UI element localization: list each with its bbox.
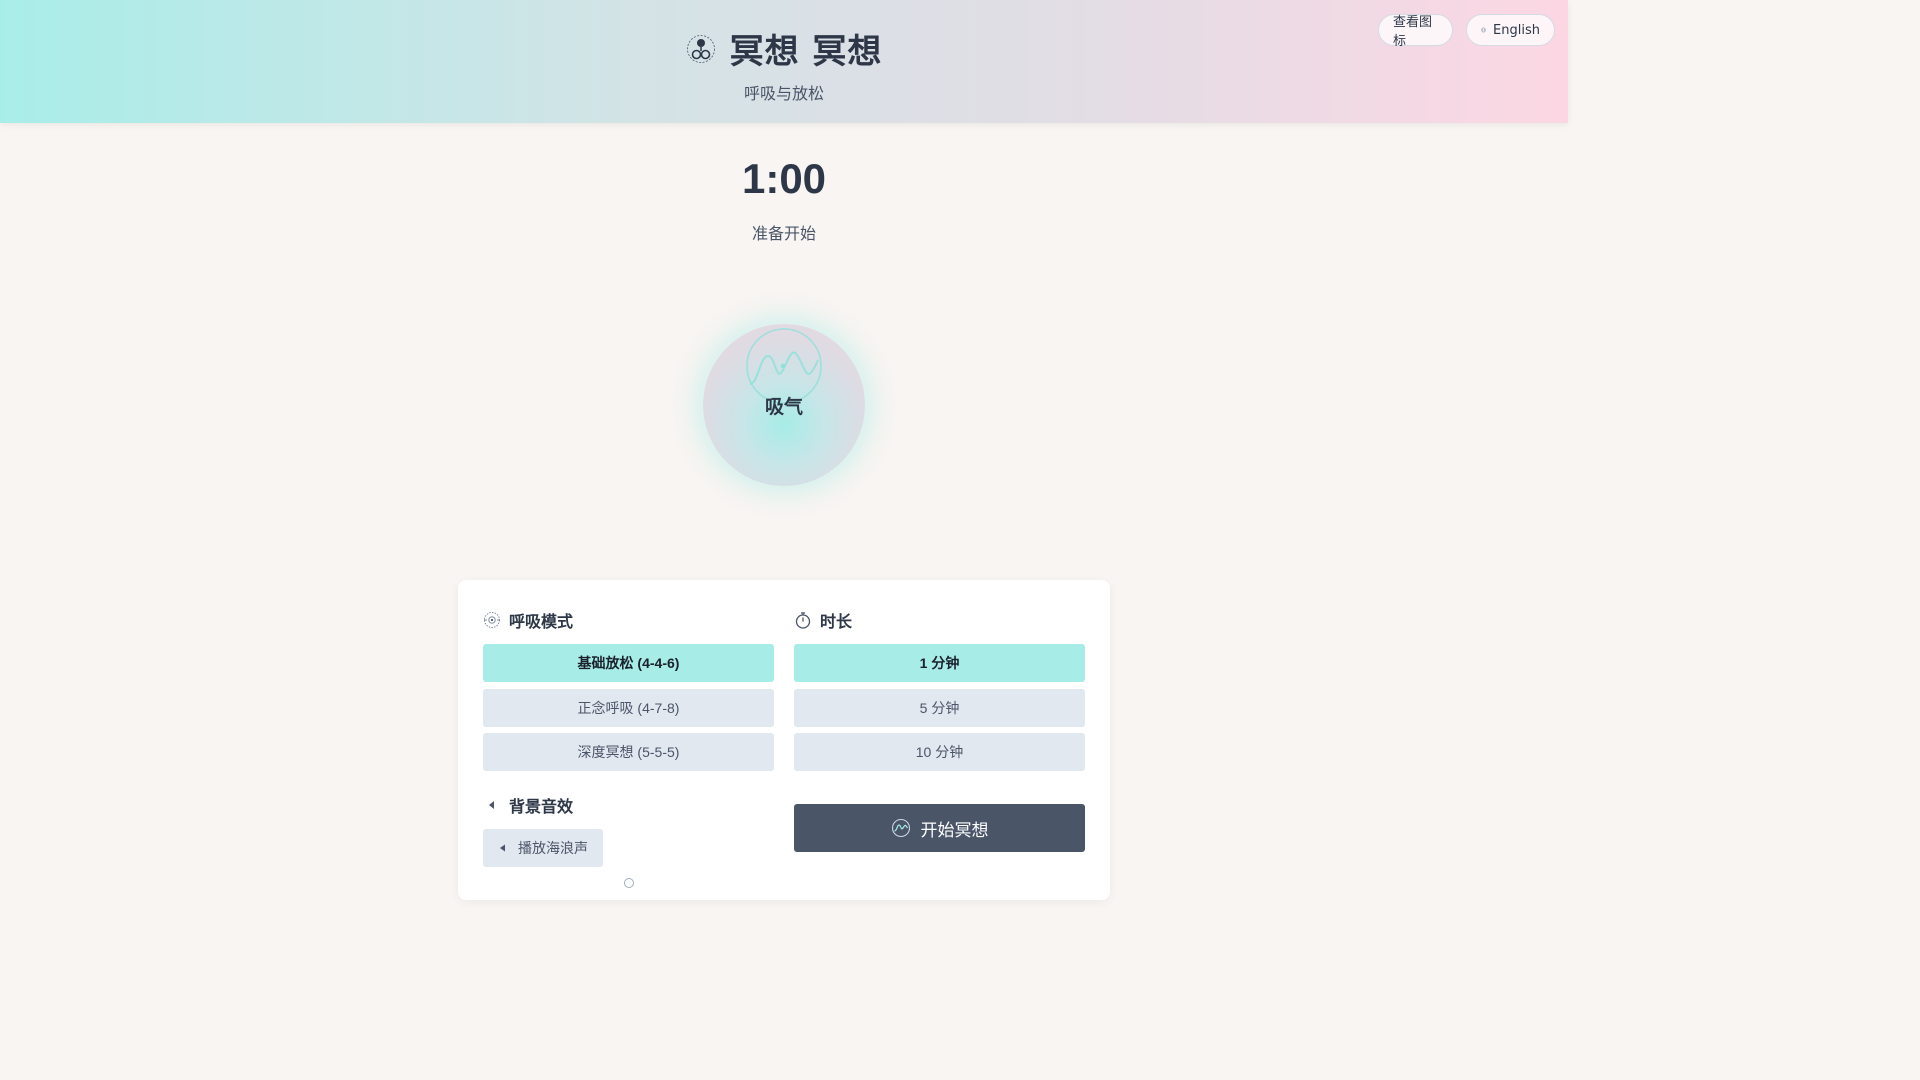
play-ocean-sound-button[interactable]: 播放海浪声	[483, 829, 603, 867]
duration-section-title: 时长	[794, 608, 852, 632]
breathing-circle: 吸气	[703, 324, 865, 486]
start-meditation-button[interactable]: 开始冥想	[794, 804, 1085, 852]
stopwatch-icon	[795, 612, 811, 629]
duration-option-label: 10 分钟	[915, 744, 964, 760]
wave-circle-icon	[891, 818, 910, 838]
pattern-option-mindful[interactable]: 正念呼吸 (4-7-8)	[483, 689, 774, 727]
sound-section-title: 背景音效	[483, 793, 573, 817]
duration-option-5min[interactable]: 5 分钟	[794, 689, 1085, 727]
timer-display: 1:00	[741, 155, 827, 202]
duration-option-1min[interactable]: 1 分钟	[794, 644, 1085, 682]
app-subtitle: 呼吸与放松	[743, 84, 824, 103]
breathing-target-icon	[484, 612, 500, 628]
language-label: English	[1493, 22, 1540, 38]
control-panel: 呼吸模式 基础放松 (4-4-6) 正念呼吸 (4-7-8) 深度冥想 (5-5…	[458, 580, 1110, 900]
app-title: 冥想 冥想	[729, 32, 883, 72]
duration-option-label: 1 分钟	[919, 655, 960, 671]
speaker-icon	[489, 801, 494, 809]
pattern-option-label: 正念呼吸 (4-7-8)	[577, 700, 680, 716]
pattern-section-title: 呼吸模式	[483, 608, 573, 632]
title-row: 冥想 冥想	[0, 24, 1568, 73]
pattern-title: 呼吸模式	[509, 612, 574, 631]
pattern-option-basic[interactable]: 基础放松 (4-4-6)	[483, 644, 774, 682]
pattern-option-deep[interactable]: 深度冥想 (5-5-5)	[483, 733, 774, 771]
start-meditation-label: 开始冥想	[920, 820, 989, 841]
duration-option-label: 5 分钟	[919, 700, 960, 716]
meditation-logo-icon	[686, 34, 715, 63]
speaker-icon	[500, 844, 505, 852]
breath-phase-label: 吸气	[764, 396, 803, 418]
language-toggle-button[interactable]: English	[1466, 14, 1555, 46]
pattern-option-label: 深度冥想 (5-5-5)	[577, 744, 680, 760]
sound-title: 背景音效	[509, 797, 574, 816]
view-icons-label: 查看图标	[1393, 15, 1433, 49]
pattern-option-label: 基础放松 (4-4-6)	[577, 655, 680, 671]
play-ocean-sound-label: 播放海浪声	[518, 841, 588, 857]
info-indicator	[624, 878, 634, 888]
app-header: 冥想 冥想 呼吸与放松 查看图标 English	[0, 0, 1568, 123]
view-icons-button[interactable]: 查看图标	[1378, 14, 1453, 49]
duration-title: 时长	[820, 612, 853, 631]
globe-icon	[1481, 27, 1486, 33]
timer-status: 准备开始	[751, 224, 816, 243]
duration-option-10min[interactable]: 10 分钟	[794, 733, 1085, 771]
